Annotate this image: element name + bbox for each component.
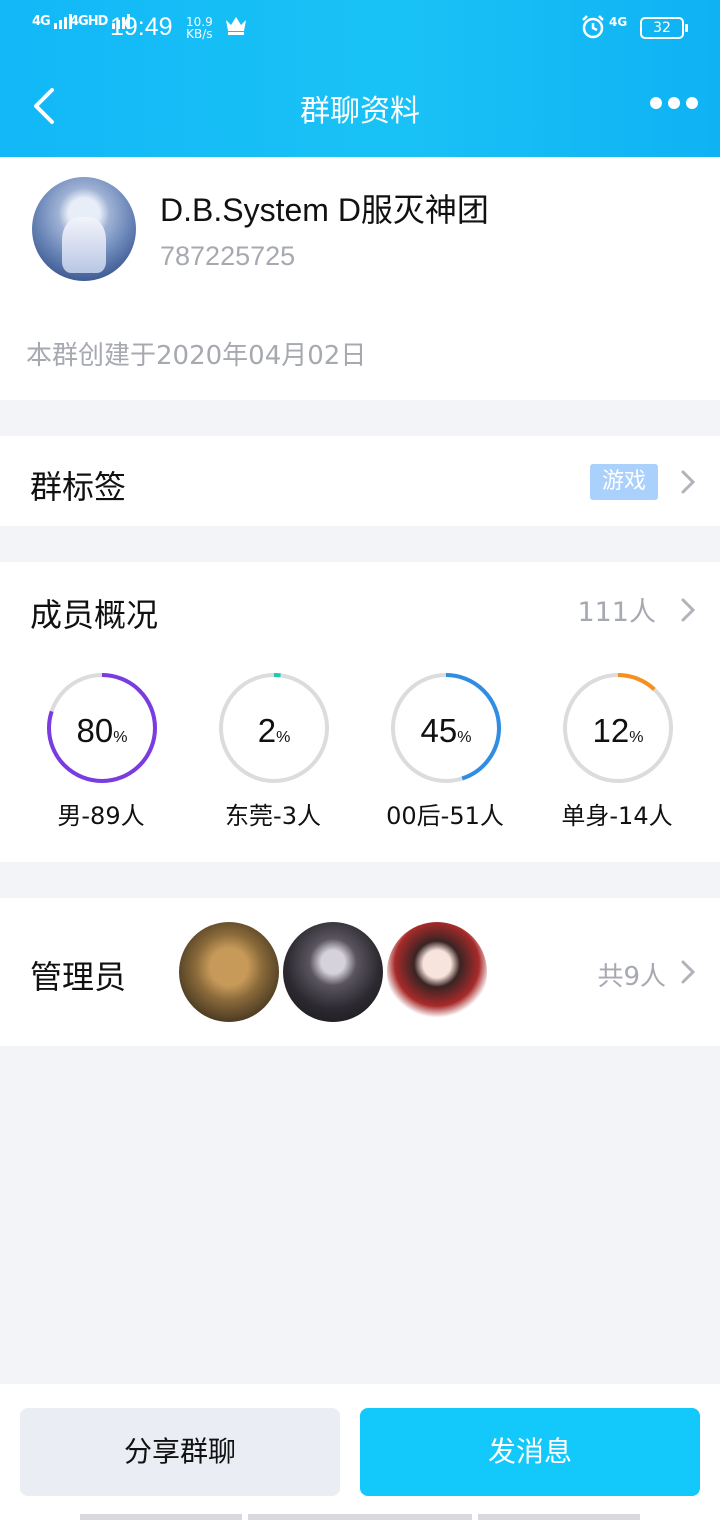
stat-single[interactable]: 12% 单身-14人 (542, 672, 692, 832)
group-profile-card: D.B.System D服灭神团 787225725 本群创建于2020年04月… (0, 157, 720, 400)
member-overview-title: 成员概况 (30, 596, 159, 634)
group-id: 787225725 (160, 241, 296, 271)
battery-icon: 32 (640, 17, 688, 39)
crown-icon (226, 17, 246, 35)
admin-avatar[interactable] (387, 922, 487, 1022)
member-count[interactable]: 111人 (577, 590, 656, 629)
battery-level: 32 (653, 20, 671, 36)
admin-avatar[interactable] (179, 922, 279, 1022)
status-bar: 4G 4GHD 19:49 10.9 KB/s 4G 32 (0, 0, 720, 56)
nav-gesture-bar[interactable] (80, 1514, 242, 1520)
header: 4G 4GHD 19:49 10.9 KB/s 4G 32 群聊资料 (0, 0, 720, 157)
send-message-button[interactable]: 发消息 (360, 1408, 700, 1496)
admin-avatar[interactable] (283, 922, 383, 1022)
stat-label: 男-89人 (57, 802, 145, 830)
group-created-date: 本群创建于2020年04月02日 (26, 341, 367, 371)
nav-bar: 群聊资料 (0, 56, 720, 157)
clock: 19:49 (110, 13, 173, 41)
network-type-2: 4GHD (70, 14, 108, 29)
speed-unit: KB/s (186, 27, 213, 41)
member-overview: 成员概况 111人 80% 男-89人 2% 东莞-3人 45% 00后-51人 (0, 562, 720, 862)
tags-title: 群标签 (30, 468, 127, 506)
stat-value: 12% (592, 712, 644, 749)
stat-age[interactable]: 45% 00后-51人 (370, 672, 520, 832)
admins-row[interactable]: 管理员 共9人 (0, 898, 720, 1046)
stat-label: 00后-51人 (386, 802, 504, 830)
network-type-1: 4G (32, 14, 51, 29)
stat-label: 东莞-3人 (225, 802, 321, 830)
bottom-action-bar: 分享群聊 发消息 (0, 1384, 720, 1520)
group-name: D.B.System D服灭神团 (160, 192, 489, 228)
group-avatar[interactable] (32, 177, 136, 281)
tag-badge: 游戏 (590, 464, 658, 500)
more-options-icon[interactable] (650, 94, 706, 118)
admins-title: 管理员 (30, 958, 127, 996)
chevron-right-icon[interactable] (680, 597, 696, 623)
stat-value: 80% (76, 712, 128, 749)
stat-label: 单身-14人 (561, 802, 673, 830)
share-group-button[interactable]: 分享群聊 (20, 1408, 340, 1496)
page-title: 群聊资料 (300, 94, 420, 129)
signal-1: 4G (32, 14, 74, 29)
network-type-3: 4G (609, 15, 628, 29)
group-tags-row[interactable]: 群标签 游戏 (0, 436, 720, 526)
stat-location[interactable]: 2% 东莞-3人 (198, 672, 348, 832)
nav-gesture-bar[interactable] (478, 1514, 640, 1520)
admin-count: 共9人 (597, 962, 666, 992)
stat-gender[interactable]: 80% 男-89人 (26, 672, 176, 832)
stat-value: 2% (257, 712, 291, 749)
stat-value: 45% (420, 712, 472, 749)
network-speed: 10.9 KB/s (186, 16, 213, 40)
chevron-right-icon (681, 470, 696, 494)
chevron-right-icon (681, 960, 696, 984)
nav-gesture-bar[interactable] (248, 1514, 472, 1520)
alarm-icon (582, 15, 604, 39)
